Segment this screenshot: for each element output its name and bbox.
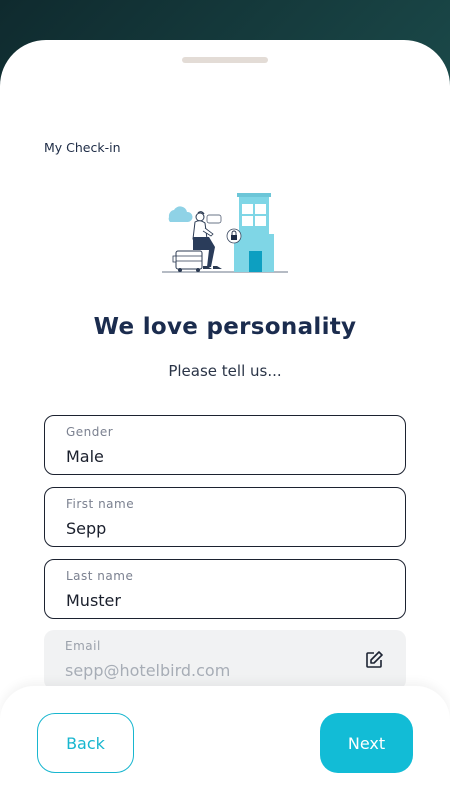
next-button[interactable]: Next bbox=[320, 713, 413, 773]
footer-action-bar: Back Next bbox=[0, 686, 450, 800]
email-field: Email sepp@hotelbird.com bbox=[44, 630, 406, 690]
edit-icon[interactable] bbox=[364, 650, 384, 670]
gender-field[interactable]: Gender Male bbox=[44, 415, 406, 475]
first-name-value: Sepp bbox=[66, 519, 107, 538]
last-name-value: Muster bbox=[66, 591, 121, 610]
last-name-field[interactable]: Last name Muster bbox=[44, 559, 406, 619]
email-label: Email bbox=[65, 639, 101, 653]
checkin-illustration bbox=[162, 193, 288, 273]
back-button[interactable]: Back bbox=[37, 713, 134, 773]
gender-label: Gender bbox=[66, 425, 114, 439]
email-value: sepp@hotelbird.com bbox=[65, 661, 231, 680]
last-name-label: Last name bbox=[66, 569, 134, 583]
gender-value: Male bbox=[66, 447, 104, 466]
page-title: We love personality bbox=[93, 314, 357, 340]
sheet-grabber-handle[interactable] bbox=[182, 57, 268, 63]
first-name-field[interactable]: First name Sepp bbox=[44, 487, 406, 547]
page-subtitle: Please tell us... bbox=[168, 362, 282, 380]
section-title: My Check-in bbox=[44, 140, 121, 155]
first-name-label: First name bbox=[66, 497, 135, 511]
